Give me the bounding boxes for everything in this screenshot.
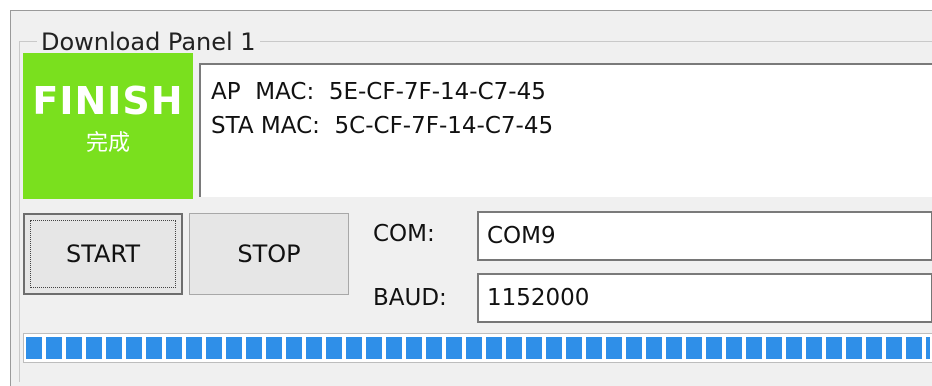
log-line-ap-mac: AP MAC: 5E-CF-7F-14-C7-45 — [211, 79, 546, 105]
status-label-cn: 完成 — [85, 131, 130, 156]
focus-rect — [30, 220, 176, 288]
mac-log-box[interactable]: AP MAC: 5E-CF-7F-14-C7-45 STA MAC: 5C-CF… — [199, 63, 932, 197]
start-button[interactable]: START — [23, 213, 183, 295]
stop-button[interactable]: STOP — [189, 213, 349, 295]
download-window: Download Panel 1 FINISH 完成 AP MAC: 5E-CF… — [10, 10, 932, 386]
com-port-input[interactable] — [477, 211, 932, 261]
com-label: COM: — [373, 221, 435, 247]
stop-button-label: STOP — [237, 240, 301, 268]
baud-rate-input[interactable] — [477, 273, 932, 323]
baud-label: BAUD: — [373, 285, 447, 311]
status-indicator: FINISH 完成 — [23, 53, 193, 199]
progress-fill — [26, 337, 930, 359]
download-progress-bar — [23, 333, 932, 363]
status-label-en: FINISH — [32, 79, 184, 123]
log-line-sta-mac: STA MAC: 5C-CF-7F-14-C7-45 — [211, 113, 554, 139]
